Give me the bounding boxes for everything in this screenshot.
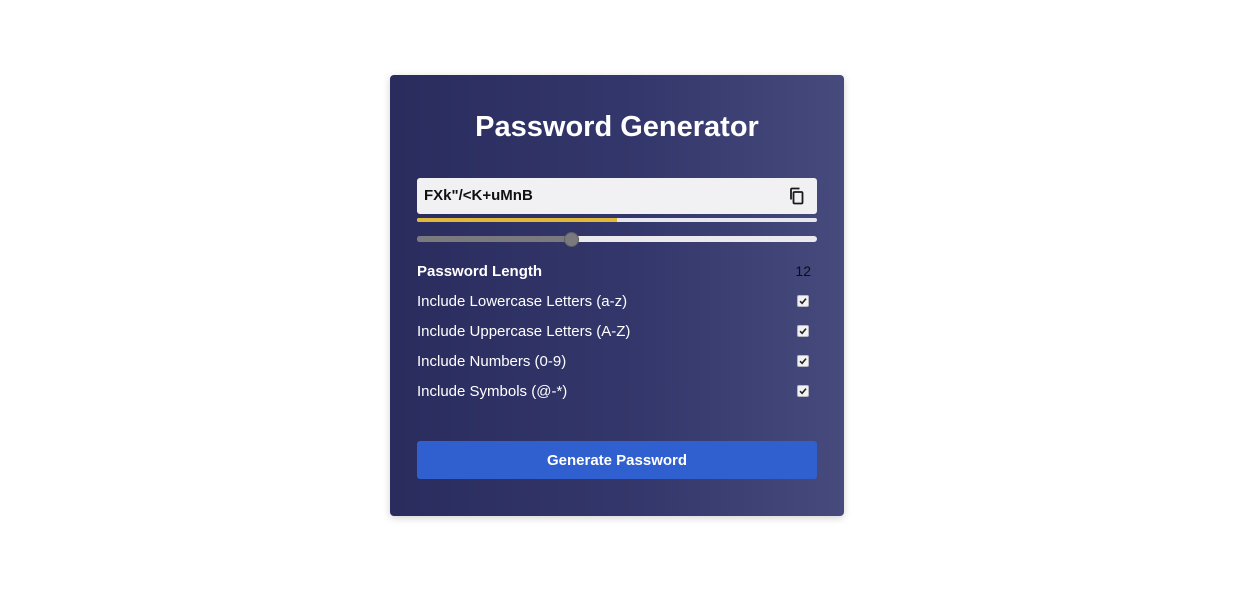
length-slider-thumb[interactable] <box>564 232 579 247</box>
numbers-checkbox[interactable] <box>797 355 809 367</box>
password-display[interactable]: FXk"/<K+uMnB <box>417 178 817 214</box>
option-uppercase-label: Include Uppercase Letters (A-Z) <box>417 323 631 340</box>
page-title: Password Generator <box>475 111 759 143</box>
length-slider[interactable] <box>417 232 817 247</box>
symbols-checkbox[interactable] <box>797 385 809 397</box>
length-value: 12 <box>795 263 811 279</box>
length-label: Password Length <box>417 263 543 280</box>
option-symbols: Include Symbols (@-*) <box>417 380 817 402</box>
option-uppercase: Include Uppercase Letters (A-Z) <box>417 320 817 342</box>
password-generator-card: Password Generator FXk"/<K+uMnB Password… <box>390 75 844 516</box>
option-lowercase-label: Include Lowercase Letters (a-z) <box>417 293 628 310</box>
strength-bar-fill <box>417 218 617 222</box>
generate-password-button[interactable]: Generate Password <box>417 441 817 479</box>
option-lowercase: Include Lowercase Letters (a-z) <box>417 290 817 312</box>
strength-bar <box>417 218 817 222</box>
option-numbers-label: Include Numbers (0-9) <box>417 353 567 370</box>
uppercase-checkbox[interactable] <box>797 325 809 337</box>
length-slider-fill <box>417 236 571 242</box>
length-slider-track[interactable] <box>417 236 817 242</box>
lowercase-checkbox[interactable] <box>797 295 809 307</box>
option-numbers: Include Numbers (0-9) <box>417 350 817 372</box>
copy-icon[interactable] <box>787 186 807 206</box>
option-symbols-label: Include Symbols (@-*) <box>417 383 568 400</box>
length-row: Password Length 12 <box>417 260 817 282</box>
password-text: FXk"/<K+uMnB <box>424 187 533 204</box>
